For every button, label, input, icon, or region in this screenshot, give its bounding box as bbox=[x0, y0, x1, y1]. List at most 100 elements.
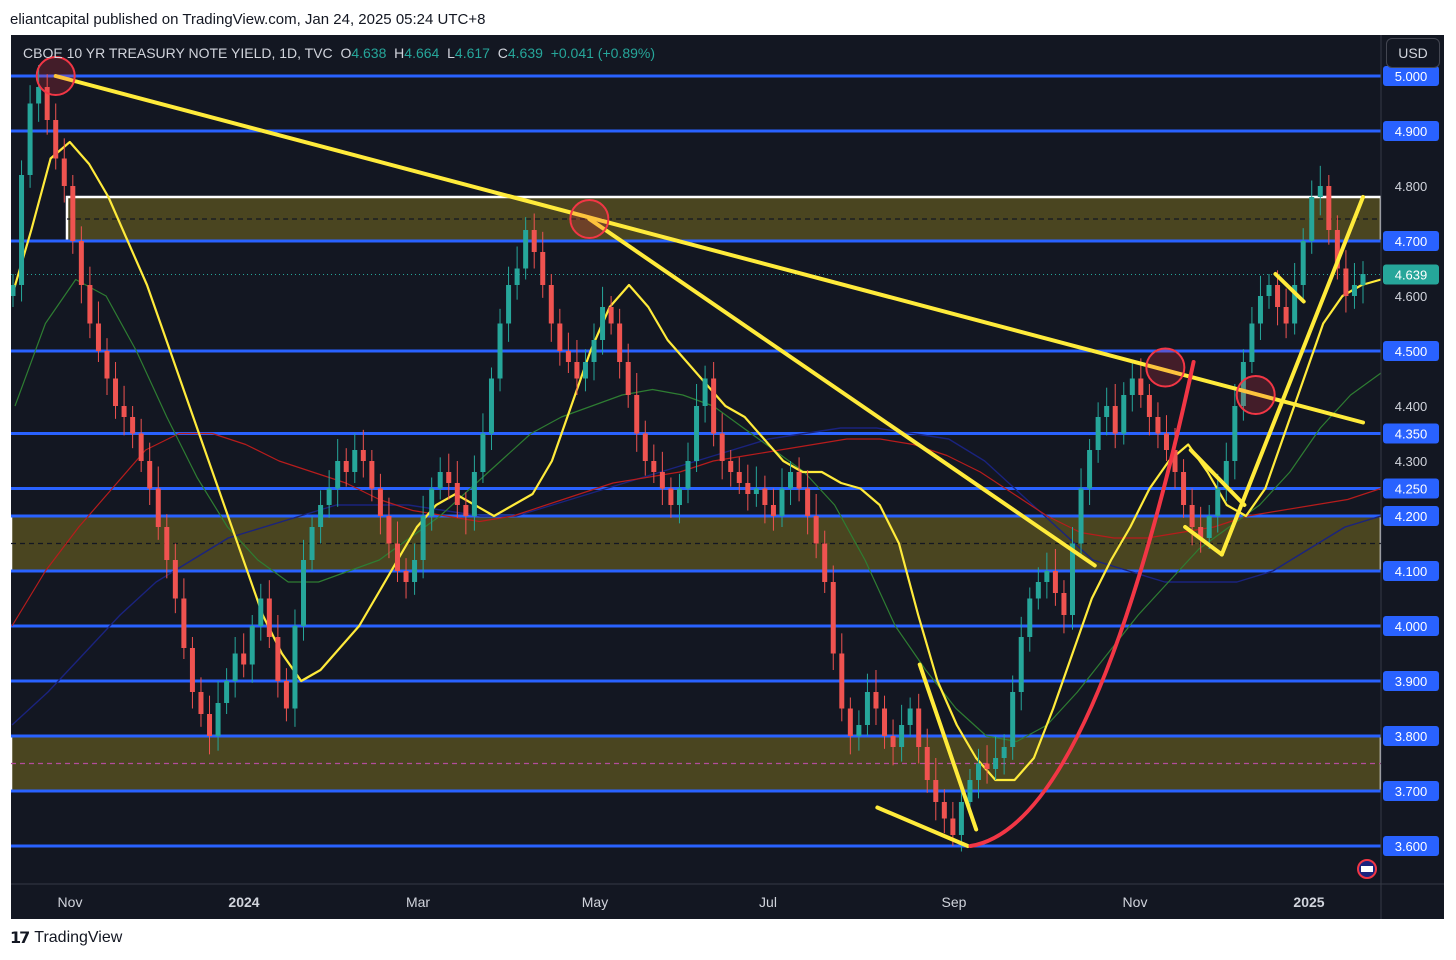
candle-body bbox=[1232, 406, 1238, 461]
flag-stripes bbox=[1361, 866, 1373, 872]
candle-body bbox=[488, 378, 494, 434]
change-value: +0.041 (+0.89%) bbox=[550, 45, 655, 61]
low-label: L bbox=[447, 45, 455, 61]
candle-body bbox=[181, 598, 187, 648]
highlight-circle bbox=[569, 199, 610, 239]
candle-body bbox=[70, 186, 76, 241]
candle-body bbox=[1138, 378, 1144, 395]
candle-body bbox=[779, 488, 785, 516]
candle-body bbox=[565, 351, 571, 362]
close-value: 4.639 bbox=[507, 45, 543, 61]
candle-body bbox=[941, 802, 947, 819]
candle-body bbox=[847, 708, 853, 736]
candle-body bbox=[770, 505, 776, 516]
candle-body bbox=[719, 433, 725, 461]
candle-body bbox=[335, 461, 341, 489]
price-chart[interactable]: 5.000 4.900 4.800 4.700 4.600 4.500 4.400 4.350… bbox=[0, 0, 1456, 960]
candle-body bbox=[950, 818, 956, 835]
candle-body bbox=[514, 268, 520, 285]
candle-body bbox=[745, 483, 751, 494]
candle-body bbox=[1027, 598, 1033, 637]
candle-body bbox=[130, 417, 136, 434]
candle-body bbox=[104, 351, 110, 379]
open-value: 4.638 bbox=[351, 45, 387, 61]
candle-body bbox=[830, 582, 836, 654]
candle-body bbox=[839, 653, 845, 709]
candle-body bbox=[1078, 488, 1084, 544]
candle-body bbox=[326, 488, 332, 505]
low-value: 4.617 bbox=[454, 45, 490, 61]
candle-body bbox=[557, 323, 563, 351]
candle-body bbox=[625, 362, 631, 395]
candle-body bbox=[283, 681, 289, 709]
price-tick-label: 4.300 bbox=[1395, 454, 1428, 469]
candle-body bbox=[899, 725, 905, 747]
candle-body bbox=[523, 230, 529, 269]
candle-body bbox=[608, 307, 614, 324]
close-label: C bbox=[497, 45, 508, 61]
candle-body bbox=[275, 637, 281, 681]
price-tick-label: 4.200 bbox=[1395, 509, 1428, 524]
candle-body bbox=[369, 461, 375, 489]
candle-body bbox=[1275, 285, 1281, 307]
high-value: 4.664 bbox=[404, 45, 440, 61]
candle-body bbox=[1317, 186, 1323, 197]
candle-body bbox=[301, 560, 307, 626]
candle-body bbox=[1360, 274, 1366, 285]
candle-body bbox=[924, 747, 930, 780]
candle-body bbox=[1189, 505, 1195, 527]
candle-body bbox=[224, 681, 230, 703]
price-tick-label: 4.600 bbox=[1395, 289, 1428, 304]
candle-body bbox=[1249, 323, 1255, 362]
candle-body bbox=[1112, 406, 1118, 434]
candle-body bbox=[437, 472, 443, 489]
candle-body bbox=[634, 395, 640, 434]
candle-body bbox=[394, 543, 400, 571]
candle-body bbox=[651, 461, 657, 472]
candle-body bbox=[1035, 582, 1041, 599]
price-tick-label: 4.400 bbox=[1395, 399, 1428, 414]
candle-body bbox=[189, 648, 195, 692]
candle-body bbox=[138, 433, 144, 461]
ma-mid-line bbox=[14, 278, 1381, 743]
symbol-name: CBOE 10 YR TREASURY NOTE YIELD, 1D, TVC bbox=[23, 45, 333, 61]
candle-body bbox=[659, 472, 665, 489]
candle-body bbox=[907, 708, 913, 725]
price-tick-label: 4.900 bbox=[1395, 124, 1428, 139]
candle-body bbox=[172, 560, 178, 599]
candle-body bbox=[702, 378, 708, 406]
price-tick-label: 3.900 bbox=[1395, 674, 1428, 689]
candle-body bbox=[685, 461, 691, 489]
candle-body bbox=[155, 488, 161, 527]
candle-body bbox=[506, 285, 512, 324]
candle-body bbox=[984, 763, 990, 769]
candle-body bbox=[480, 433, 486, 472]
candle-body bbox=[1300, 241, 1306, 285]
candle-body bbox=[1061, 593, 1067, 615]
candle-body bbox=[882, 708, 888, 736]
price-tick-label: 4.100 bbox=[1395, 564, 1428, 579]
candle-body bbox=[343, 461, 349, 472]
candle-body bbox=[531, 230, 537, 252]
candle-body bbox=[1044, 571, 1050, 582]
candle-body bbox=[711, 378, 717, 434]
candle-body bbox=[412, 560, 418, 582]
candle-body bbox=[215, 703, 221, 736]
candle-body bbox=[454, 483, 460, 505]
candle-body bbox=[582, 362, 588, 379]
candle-body bbox=[873, 692, 879, 709]
currency-button[interactable]: USD bbox=[1386, 38, 1440, 68]
candle-body bbox=[19, 175, 25, 285]
price-tick-label: 4.700 bbox=[1395, 234, 1428, 249]
candle-body bbox=[1326, 186, 1332, 230]
candle-body bbox=[429, 488, 435, 516]
highlight-circle bbox=[1235, 375, 1276, 415]
candle-body bbox=[121, 406, 127, 417]
candle-body bbox=[890, 736, 896, 747]
price-tick-label: 4.000 bbox=[1395, 619, 1428, 634]
candle-body bbox=[958, 802, 964, 835]
price-tick-label: 4.250 bbox=[1395, 482, 1428, 497]
candle-body bbox=[207, 714, 213, 736]
candle-body bbox=[463, 505, 469, 516]
time-tick-label: Nov bbox=[1123, 894, 1148, 910]
